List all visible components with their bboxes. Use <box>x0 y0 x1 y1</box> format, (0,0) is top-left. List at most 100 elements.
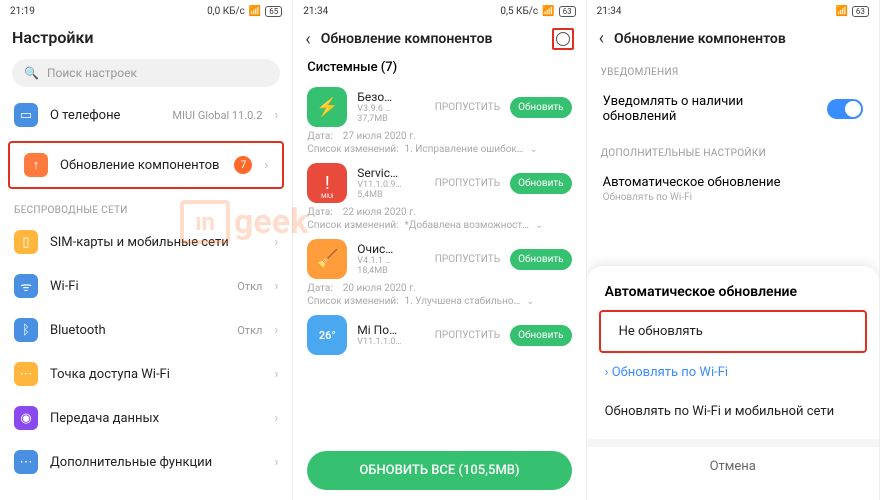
bt-label: Bluetooth <box>50 323 225 338</box>
header: Настройки <box>0 22 292 53</box>
status-speed: 0,5 КБ/с <box>500 6 538 17</box>
changelog-label: Список изменений: <box>307 220 398 231</box>
chevron-right-icon: › <box>605 365 612 380</box>
search-icon: 🔍 <box>24 66 39 80</box>
watermark: ıngeek <box>180 200 308 244</box>
signal-icon: 📶 <box>249 6 261 17</box>
update-all-button[interactable]: ОБНОВИТЬ ВСЕ (105,5МВ) <box>307 451 571 490</box>
bt-value: Откл <box>237 324 262 337</box>
chevron-right-icon: › <box>274 367 278 382</box>
skip-button[interactable]: ПРОПУСТИТЬ <box>435 254 500 265</box>
app-size: 37,7МВ <box>357 114 424 124</box>
app-version: V11.1.1.0… <box>357 337 424 347</box>
data-row[interactable]: ◉ Передача данных › <box>0 396 292 440</box>
update-label: Обновление компонентов <box>60 158 222 173</box>
notify-label: Уведомлять о наличии обновлений <box>603 94 783 124</box>
phone-icon: ▭ <box>14 103 38 127</box>
page-title: Настройки <box>12 28 94 47</box>
status-bar: 21:19 0,0 КБ/с 📶 65 <box>0 0 292 22</box>
chevron-right-icon: › <box>264 158 268 173</box>
chevron-right-icon: › <box>274 108 278 123</box>
notify-updates-row[interactable]: Уведомлять о наличии обновлений <box>587 82 879 136</box>
app-name: Servic… <box>357 166 424 180</box>
update-button[interactable]: Обновить <box>510 97 572 118</box>
battery-icon: 65 <box>265 6 282 17</box>
chevron-down-icon[interactable]: ⌄ <box>530 144 538 155</box>
status-time: 21:19 <box>10 6 35 17</box>
app-name: Безо… <box>357 90 424 104</box>
option-wifi-mobile[interactable]: Обновлять по Wi-Fi и мобильной сети <box>587 392 879 431</box>
app-version: V11.1.0.9… <box>357 180 424 190</box>
component-update-row[interactable]: ↑ Обновление компонентов 7 › <box>8 141 284 189</box>
update-button[interactable]: Обновить <box>510 249 572 270</box>
changelog-label: Список изменений: <box>307 144 398 155</box>
notifications-section: УВЕДОМЛЕНИЯ <box>587 55 879 82</box>
sheet-title: Автоматическое обновление <box>587 280 879 310</box>
option-no-update[interactable]: Не обновлять <box>599 310 867 353</box>
date-label: Дата: <box>307 131 332 142</box>
sim-icon: ▯ <box>14 230 38 254</box>
battery-icon: 63 <box>559 6 576 17</box>
app-size: 18,4МВ <box>357 266 424 276</box>
app-item: ⚡ Безо… V3.9.6 … 37,7МВ ПРОПУСТИТЬ Обнов… <box>293 81 585 157</box>
status-speed: 0,0 КБ/с <box>207 6 245 17</box>
app-icon: ⚡ <box>307 87 347 127</box>
app-name: Mi По… <box>357 323 424 337</box>
status-time: 21:34 <box>597 6 622 17</box>
app-name: Очис… <box>357 242 424 256</box>
extra-section: ДОПОЛНИТЕЛЬНЫЕ НАСТРОЙКИ <box>587 136 879 163</box>
auto-update-row[interactable]: Автоматическое обновление Обновлять по W… <box>587 163 879 215</box>
skip-button[interactable]: ПРОПУСТИТЬ <box>435 330 500 341</box>
skip-button[interactable]: ПРОПУСТИТЬ <box>435 178 500 189</box>
wifi-label: Wi-Fi <box>50 279 225 294</box>
chevron-down-icon[interactable]: ⌄ <box>526 296 534 307</box>
more-label: Дополнительные функции <box>50 455 262 470</box>
about-phone-row[interactable]: ▭ О телефоне MIUI Global 11.0.2 › <box>0 93 292 137</box>
system-apps-subhead: Системные (7) <box>293 56 585 81</box>
auto-sub: Обновлять по Wi-Fi <box>603 192 693 203</box>
header: ‹ Обновление компонентов <box>587 22 879 55</box>
bluetooth-icon: ᛒ <box>14 318 38 342</box>
update-badge: 7 <box>234 156 252 174</box>
option-wifi-label: Обновлять по Wi-Fi <box>612 365 728 380</box>
bluetooth-row[interactable]: ᛒ Bluetooth Откл › <box>0 308 292 352</box>
app-date: 27 июля 2020 г. <box>343 131 416 142</box>
status-time: 21:34 <box>303 6 328 17</box>
cancel-button[interactable]: Отмена <box>587 439 879 486</box>
update-settings-panel: 21:34 📶 63 ‹ Обновление компонентов УВЕД… <box>587 0 880 500</box>
app-changelog: 1. Исправление ошибок… <box>405 144 524 155</box>
hotspot-row[interactable]: ⋯ Точка доступа Wi-Fi › <box>0 352 292 396</box>
auto-label: Автоматическое обновление <box>603 175 781 190</box>
update-button[interactable]: Обновить <box>510 173 572 194</box>
back-button[interactable]: ‹ <box>599 28 604 49</box>
wifi-row[interactable]: ᯤ Wi-Fi Откл › <box>0 264 292 308</box>
settings-button[interactable] <box>552 28 574 50</box>
app-size: 5,4МВ <box>357 190 424 200</box>
data-label: Передача данных <box>50 411 262 426</box>
date-label: Дата: <box>307 283 332 294</box>
chevron-right-icon: › <box>274 455 278 470</box>
battery-icon: 63 <box>852 6 869 17</box>
wifi-icon: ᯤ <box>14 274 38 298</box>
about-value: MIUI Global 11.0.2 <box>172 109 262 122</box>
chevron-down-icon[interactable]: ⌄ <box>535 220 543 231</box>
notify-toggle[interactable] <box>827 99 863 119</box>
app-item: 🧹 Очис… V4.1.1 … 18,4МВ ПРОПУСТИТЬ Обнов… <box>293 233 585 309</box>
auto-update-sheet: Автоматическое обновление Не обновлять ›… <box>587 266 879 500</box>
status-bar: 21:34 0,5 КБ/с 📶 63 <box>293 0 585 22</box>
back-button[interactable]: ‹ <box>305 29 310 50</box>
status-bar: 21:34 📶 63 <box>587 0 879 22</box>
gear-icon <box>556 32 570 46</box>
skip-button[interactable]: ПРОПУСТИТЬ <box>435 102 500 113</box>
page-title: Обновление компонентов <box>614 31 786 47</box>
option-wifi[interactable]: › Обновлять по Wi-Fi <box>587 353 879 392</box>
search-input[interactable]: 🔍 Поиск настроек <box>12 59 280 87</box>
more-row[interactable]: ⋯ Дополнительные функции › <box>0 440 292 484</box>
signal-icon: 📶 <box>835 6 847 17</box>
header: ‹ Обновление компонентов <box>293 22 585 56</box>
chevron-right-icon: › <box>274 323 278 338</box>
data-icon: ◉ <box>14 406 38 430</box>
about-label: О телефоне <box>50 108 160 123</box>
app-icon: 26° <box>307 315 347 355</box>
update-button[interactable]: Обновить <box>510 325 572 346</box>
